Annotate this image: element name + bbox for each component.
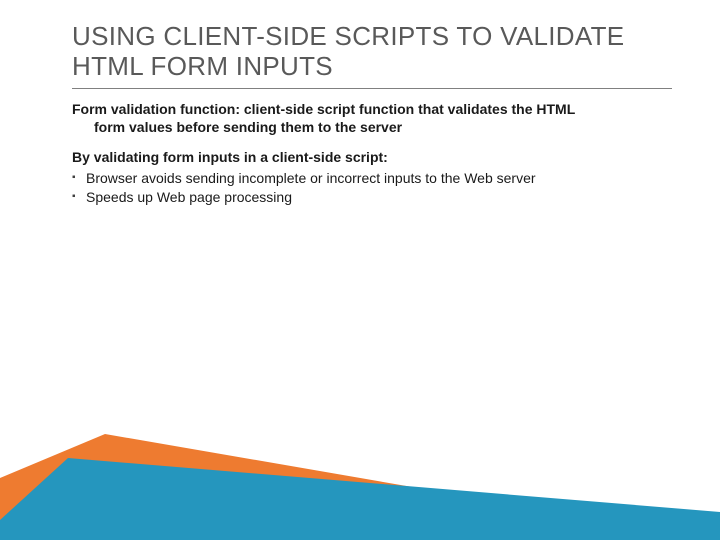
benefits-heading: By validating form inputs in a client-si… [72,149,672,167]
slide-title: USING CLIENT-SIDE SCRIPTS TO VALIDATE HT… [72,22,672,82]
footer-graphic [0,420,720,540]
list-item: Speeds up Web page processing [72,188,672,207]
footer-shapes-icon [0,420,720,540]
benefits-list: Browser avoids sending incomplete or inc… [72,169,672,207]
definition-line2: form values before sending them to the s… [72,119,672,137]
list-item: Browser avoids sending incomplete or inc… [72,169,672,188]
bullet-text: Browser avoids sending incomplete or inc… [86,170,536,186]
definition-paragraph: Form validation function: client-side sc… [72,101,672,137]
bullet-text: Speeds up Web page processing [86,189,292,205]
definition-line1: Form validation function: client-side sc… [72,101,575,117]
body-content: Form validation function: client-side sc… [72,101,672,207]
title-underline [72,88,672,90]
slide: USING CLIENT-SIDE SCRIPTS TO VALIDATE HT… [0,0,720,540]
